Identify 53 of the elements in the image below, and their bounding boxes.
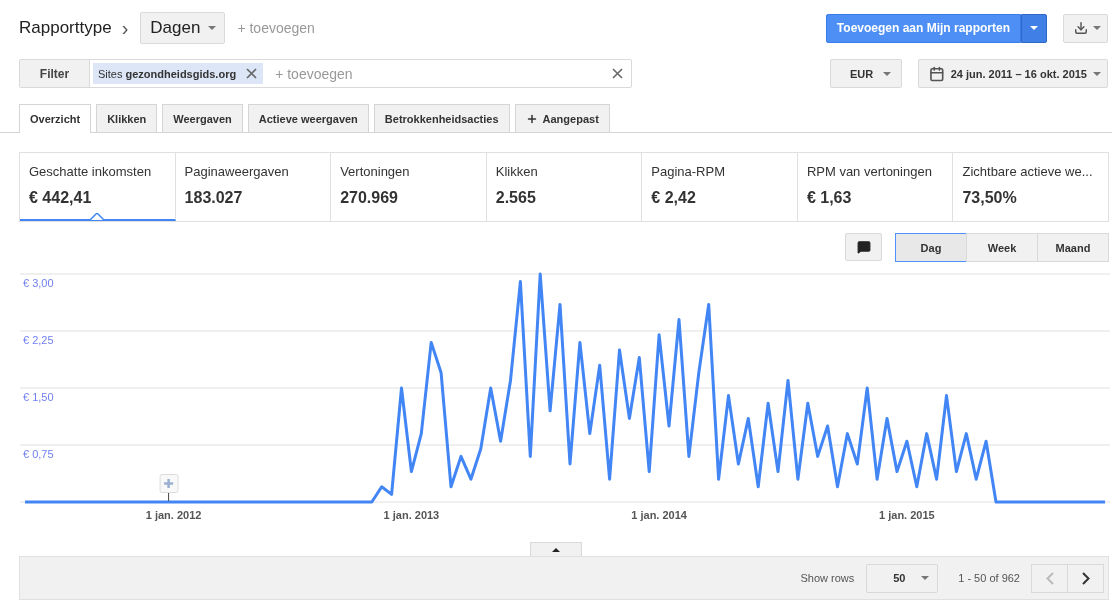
metric-value: 2.565: [495, 189, 537, 207]
x-axis-label: 1 jan. 2014: [631, 509, 687, 521]
report-tab[interactable]: Weergaven: [162, 104, 243, 132]
dimension-dropdown[interactable]: Dagen: [140, 12, 226, 44]
row-range-text: 1 - 50 of 962: [958, 572, 1020, 584]
selection-notch-icon: [90, 213, 105, 220]
granularity-button[interactable]: Week: [966, 233, 1038, 262]
metric-label: Zichtbare actieve we...: [962, 164, 1094, 179]
next-page-button[interactable]: [1067, 563, 1104, 593]
y-axis-label: € 1,50: [23, 391, 54, 403]
plus-icon: [525, 112, 538, 125]
show-rows-label: Show rows: [800, 572, 855, 584]
metric-value: € 442,41: [29, 189, 93, 207]
metric-value: € 2,42: [651, 189, 697, 207]
y-axis-label: € 2,25: [23, 334, 54, 346]
rows-dropdown[interactable]: 50: [866, 563, 939, 593]
download-icon: [1074, 21, 1088, 35]
report-tab[interactable]: Aangepast: [514, 104, 610, 132]
metric-value: 183.027: [184, 189, 244, 207]
download-button[interactable]: [1063, 13, 1108, 43]
x-axis-label: 1 jan. 2015: [879, 509, 935, 521]
metric-label: Vertoningen: [340, 164, 411, 179]
report-tab[interactable]: Actieve weergaven: [247, 104, 369, 132]
breadcrumb-separator: ›: [121, 16, 129, 40]
chevron-left-icon: [1045, 571, 1054, 585]
metric-label: Pagina-RPM: [651, 164, 726, 179]
report-type-title: Rapporttype: [19, 18, 112, 38]
metric-value: 73,50%: [962, 189, 1018, 207]
currency-dropdown[interactable]: EUR: [830, 59, 902, 88]
metric-label: Klikken: [495, 164, 539, 179]
report-tab[interactable]: Overzicht: [19, 104, 92, 133]
metric-label: Paginaweergaven: [184, 164, 290, 179]
report-tab[interactable]: Betrokkenheidsacties: [373, 104, 510, 132]
annotations-button[interactable]: [845, 233, 882, 261]
metric-value: € 1,63: [806, 189, 853, 207]
metric-value: 270.969: [340, 189, 399, 207]
y-axis-label: € 0,75: [23, 448, 54, 460]
metric-label: Geschatte inkomsten: [29, 164, 153, 179]
y-axis-label: € 3,00: [23, 277, 54, 289]
metric-label: RPM van vertoningen: [806, 164, 933, 179]
x-axis-label: 1 jan. 2013: [383, 509, 440, 521]
collapse-handle[interactable]: [530, 542, 582, 556]
comment-icon: [856, 240, 871, 254]
calendar-icon: [929, 65, 945, 82]
chevron-right-icon: [1081, 571, 1090, 585]
metric-card[interactable]: Geschatte inkomsten € 442,41: [20, 153, 176, 221]
x-axis-label: 1 jan. 2012: [145, 509, 202, 521]
granularity-button[interactable]: Dag: [895, 233, 967, 262]
save-options-caret[interactable]: [1021, 13, 1047, 43]
granularity-button[interactable]: Maand: [1037, 233, 1109, 262]
report-tab[interactable]: Klikken: [96, 104, 158, 132]
add-annotation-icon[interactable]: [159, 474, 179, 502]
date-range-dropdown[interactable]: 24 jun. 2011 – 16 okt. 2015: [918, 59, 1108, 88]
